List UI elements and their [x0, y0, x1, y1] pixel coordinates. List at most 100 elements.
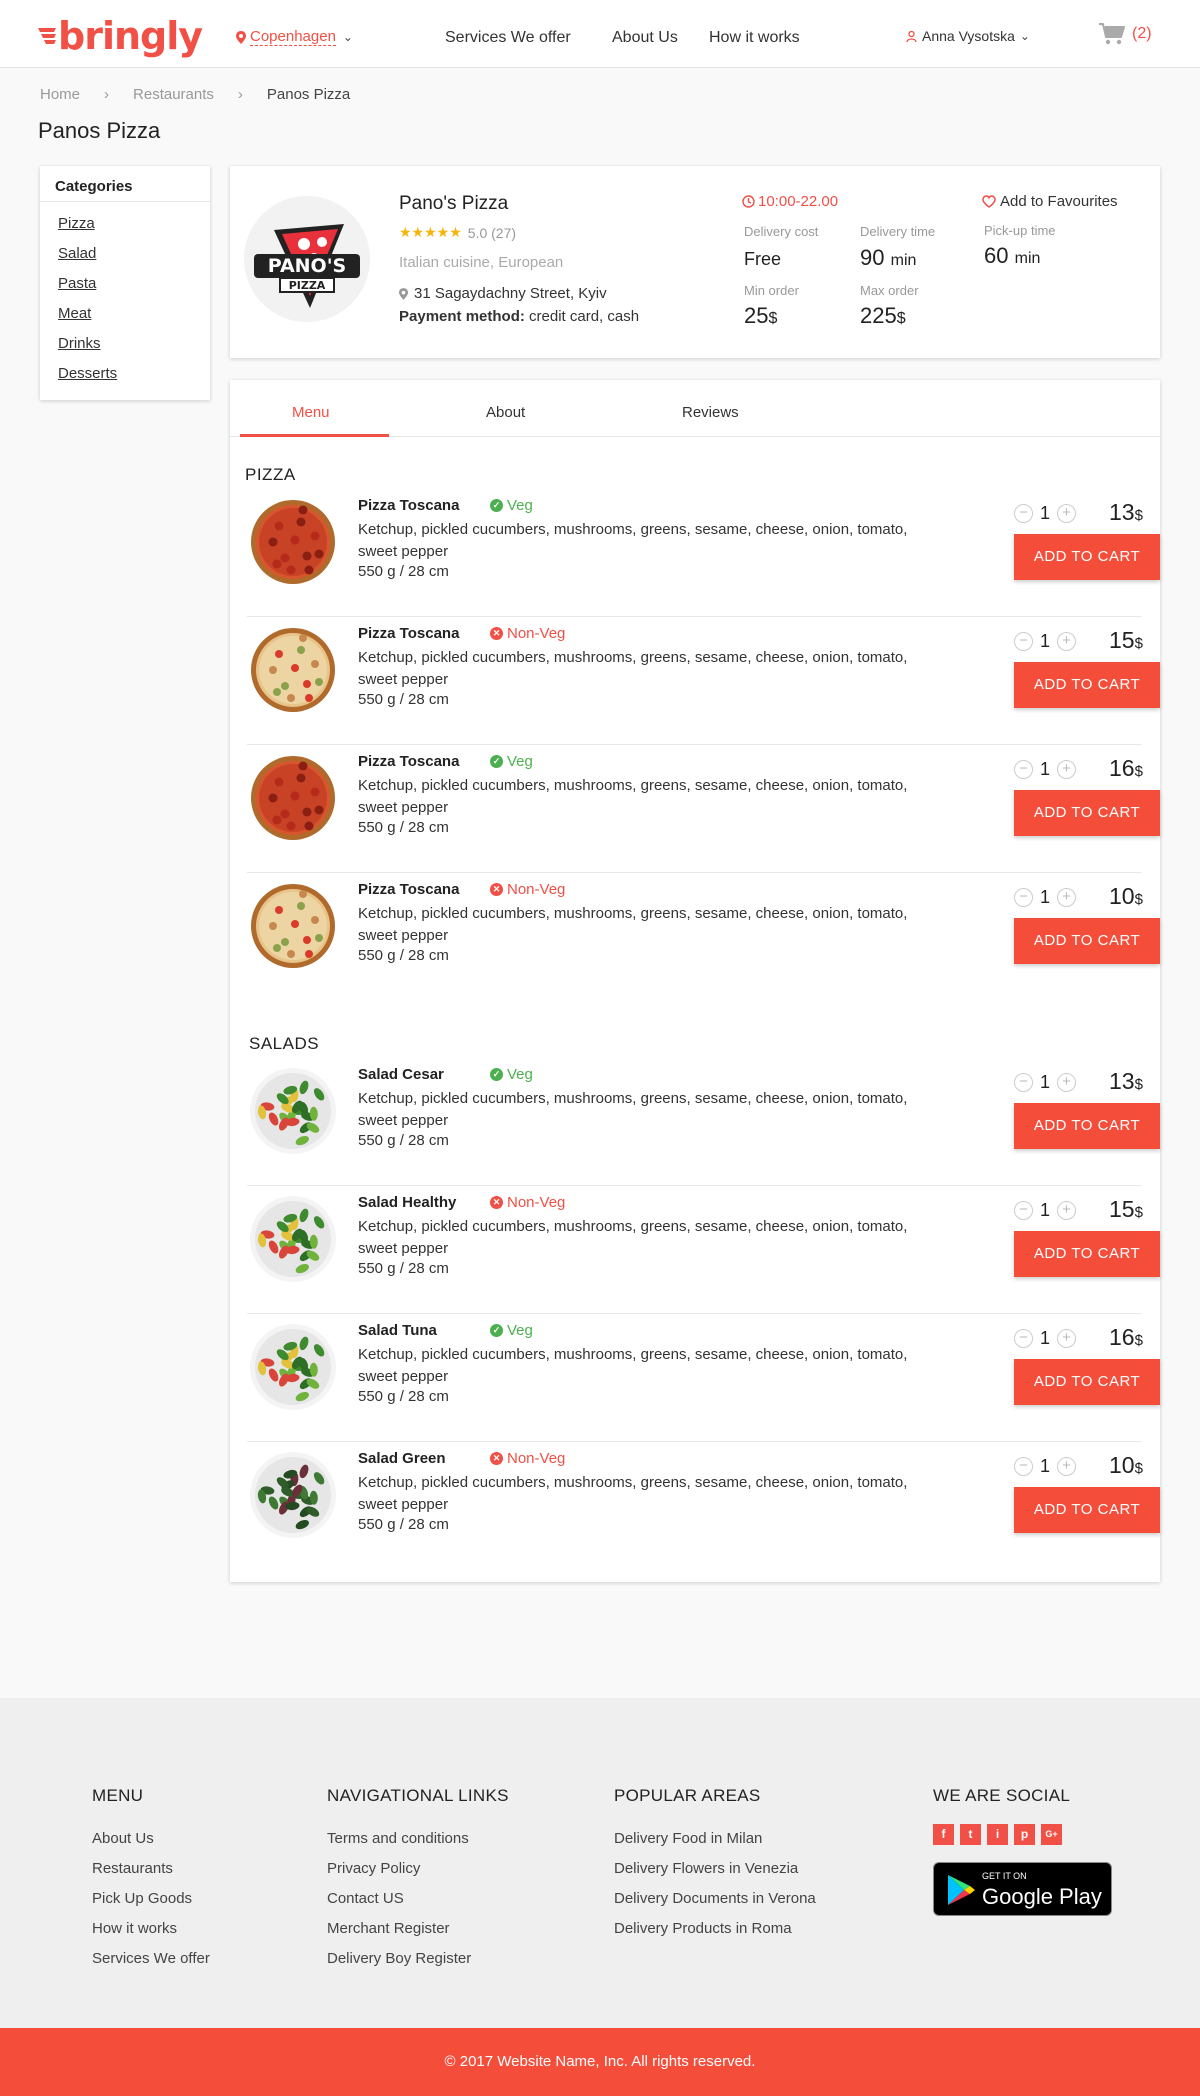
min-order-value: 25$: [744, 303, 777, 329]
add-to-cart-button[interactable]: ADD TO CART: [1014, 918, 1160, 964]
instagram-icon[interactable]: i: [987, 1824, 1008, 1845]
max-order-label: Max order: [860, 283, 919, 298]
footer-link[interactable]: Privacy Policy: [327, 1854, 509, 1884]
pizza-photo: [249, 754, 337, 842]
google-plus-icon[interactable]: G+: [1041, 1824, 1062, 1845]
increase-button[interactable]: +: [1057, 888, 1076, 907]
footer-link[interactable]: Delivery Products in Roma: [614, 1914, 816, 1944]
currency-symbol: $: [1134, 507, 1143, 524]
rating-value: 5.0 (27): [467, 224, 517, 241]
heart-icon: [982, 195, 996, 208]
salad-photo: [249, 1323, 337, 1411]
add-to-cart-button[interactable]: ADD TO CART: [1014, 1103, 1160, 1149]
decrease-button[interactable]: −: [1014, 1073, 1033, 1092]
tab-reviews[interactable]: Reviews: [682, 404, 739, 421]
decrease-button[interactable]: −: [1014, 888, 1033, 907]
add-to-cart-button[interactable]: ADD TO CART: [1014, 534, 1160, 580]
diet-tag: Veg: [507, 497, 533, 514]
diet-tag: Veg: [507, 1322, 533, 1339]
google-play-small-text: GET IT ON: [982, 1871, 1027, 1881]
footer-link[interactable]: How it works: [92, 1914, 210, 1944]
tab-bar: Menu About Reviews: [230, 380, 1160, 437]
footer-link[interactable]: Services We offer: [92, 1944, 210, 1974]
social-icons: f t i p G+: [933, 1824, 1112, 1845]
footer-link[interactable]: Contact US: [327, 1884, 509, 1914]
cart-button[interactable]: (2): [1098, 22, 1152, 46]
facebook-icon[interactable]: f: [933, 1824, 954, 1845]
item-price: 10$: [1109, 1452, 1143, 1479]
quantity-stepper: − 1 +: [1014, 503, 1076, 524]
logo-text: bringly: [58, 14, 203, 58]
add-to-cart-button[interactable]: ADD TO CART: [1014, 662, 1160, 708]
category-pizza[interactable]: Pizza: [58, 210, 192, 240]
user-menu[interactable]: Anna Vysotska ⌄: [906, 28, 1030, 44]
footer-link[interactable]: About Us: [92, 1824, 210, 1854]
nav-how-it-works[interactable]: How it works: [709, 29, 800, 47]
hours-text: 10:00-22.00: [758, 193, 839, 210]
footer-link[interactable]: Merchant Register: [327, 1914, 509, 1944]
footer-link[interactable]: Pick Up Goods: [92, 1884, 210, 1914]
footer-link[interactable]: Restaurants: [92, 1854, 210, 1884]
footer-link[interactable]: Delivery Boy Register: [327, 1944, 509, 1974]
increase-button[interactable]: +: [1057, 1201, 1076, 1220]
add-to-favourites-button[interactable]: Add to Favourites: [982, 193, 1118, 210]
city-selector[interactable]: Copenhagen ⌄: [236, 28, 353, 46]
decrease-button[interactable]: −: [1014, 1329, 1033, 1348]
payment-label: Payment method:: [399, 308, 525, 325]
category-pasta[interactable]: Pasta: [58, 270, 192, 300]
payment-value: credit card, cash: [524, 308, 640, 325]
add-to-cart-button[interactable]: ADD TO CART: [1014, 790, 1160, 836]
restaurant-address: 31 Sagaydachny Street, Kyiv: [399, 285, 607, 302]
item-weight: 550 g / 28 cm: [358, 1260, 449, 1277]
chevron-down-icon: ⌄: [342, 30, 353, 44]
nav-services[interactable]: Services We offer: [445, 29, 571, 47]
decrease-button[interactable]: −: [1014, 632, 1033, 651]
check-icon: ✓: [490, 499, 503, 512]
decrease-button[interactable]: −: [1014, 1201, 1033, 1220]
category-salad[interactable]: Salad: [58, 240, 192, 270]
google-play-badge[interactable]: GET IT ON Google Play: [933, 1862, 1112, 1916]
non-veg-badge: ✕ Non-Veg: [490, 625, 565, 642]
user-icon: [906, 30, 917, 42]
decrease-button[interactable]: −: [1014, 1457, 1033, 1476]
footer-link[interactable]: Delivery Flowers in Venezia: [614, 1854, 816, 1884]
item-description: Ketchup, pickled cucumbers, mushrooms, g…: [358, 1346, 908, 1385]
breadcrumb-restaurants[interactable]: Restaurants: [133, 86, 214, 103]
category-meat[interactable]: Meat: [58, 300, 192, 330]
item-weight: 550 g / 28 cm: [358, 1388, 449, 1405]
item-weight: 550 g / 28 cm: [358, 691, 449, 708]
add-to-cart-button[interactable]: ADD TO CART: [1014, 1487, 1160, 1533]
diet-tag: Non-Veg: [507, 1194, 566, 1211]
tab-menu[interactable]: Menu: [292, 404, 330, 421]
menu-item: Pizza Toscana ✕ Non-Veg Ketchup, pickled…: [247, 617, 1160, 745]
pizza-photo: [249, 498, 337, 586]
nav-about[interactable]: About Us: [612, 29, 678, 47]
increase-button[interactable]: +: [1057, 1073, 1076, 1092]
increase-button[interactable]: +: [1057, 760, 1076, 779]
restaurant-rating: ★★★★★ 5.0 (27): [399, 224, 516, 241]
delivery-time-number: 90: [860, 245, 885, 270]
footer-link[interactable]: Delivery Food in Milan: [614, 1824, 816, 1854]
category-drinks[interactable]: Drinks: [58, 330, 192, 360]
decrease-button[interactable]: −: [1014, 760, 1033, 779]
add-to-cart-button[interactable]: ADD TO CART: [1014, 1231, 1160, 1277]
check-icon: ✓: [490, 1324, 503, 1337]
decrease-button[interactable]: −: [1014, 504, 1033, 523]
breadcrumb-home[interactable]: Home: [40, 86, 80, 103]
logo[interactable]: bringly: [38, 14, 203, 58]
increase-button[interactable]: +: [1057, 632, 1076, 651]
increase-button[interactable]: +: [1057, 1329, 1076, 1348]
logo-subword: PIZZA: [289, 279, 326, 292]
add-to-cart-button[interactable]: ADD TO CART: [1014, 1359, 1160, 1405]
twitter-icon[interactable]: t: [960, 1824, 981, 1845]
tab-about[interactable]: About: [486, 404, 525, 421]
item-weight: 550 g / 28 cm: [358, 1132, 449, 1149]
menu-item: Pizza Toscana ✓ Veg Ketchup, pickled cuc…: [247, 745, 1160, 873]
pinterest-icon[interactable]: p: [1014, 1824, 1035, 1845]
footer-link[interactable]: Terms and conditions: [327, 1824, 509, 1854]
increase-button[interactable]: +: [1057, 1457, 1076, 1476]
currency-symbol: $: [1134, 1076, 1143, 1093]
footer-link[interactable]: Delivery Documents in Verona: [614, 1884, 816, 1914]
category-desserts[interactable]: Desserts: [58, 360, 192, 390]
increase-button[interactable]: +: [1057, 504, 1076, 523]
